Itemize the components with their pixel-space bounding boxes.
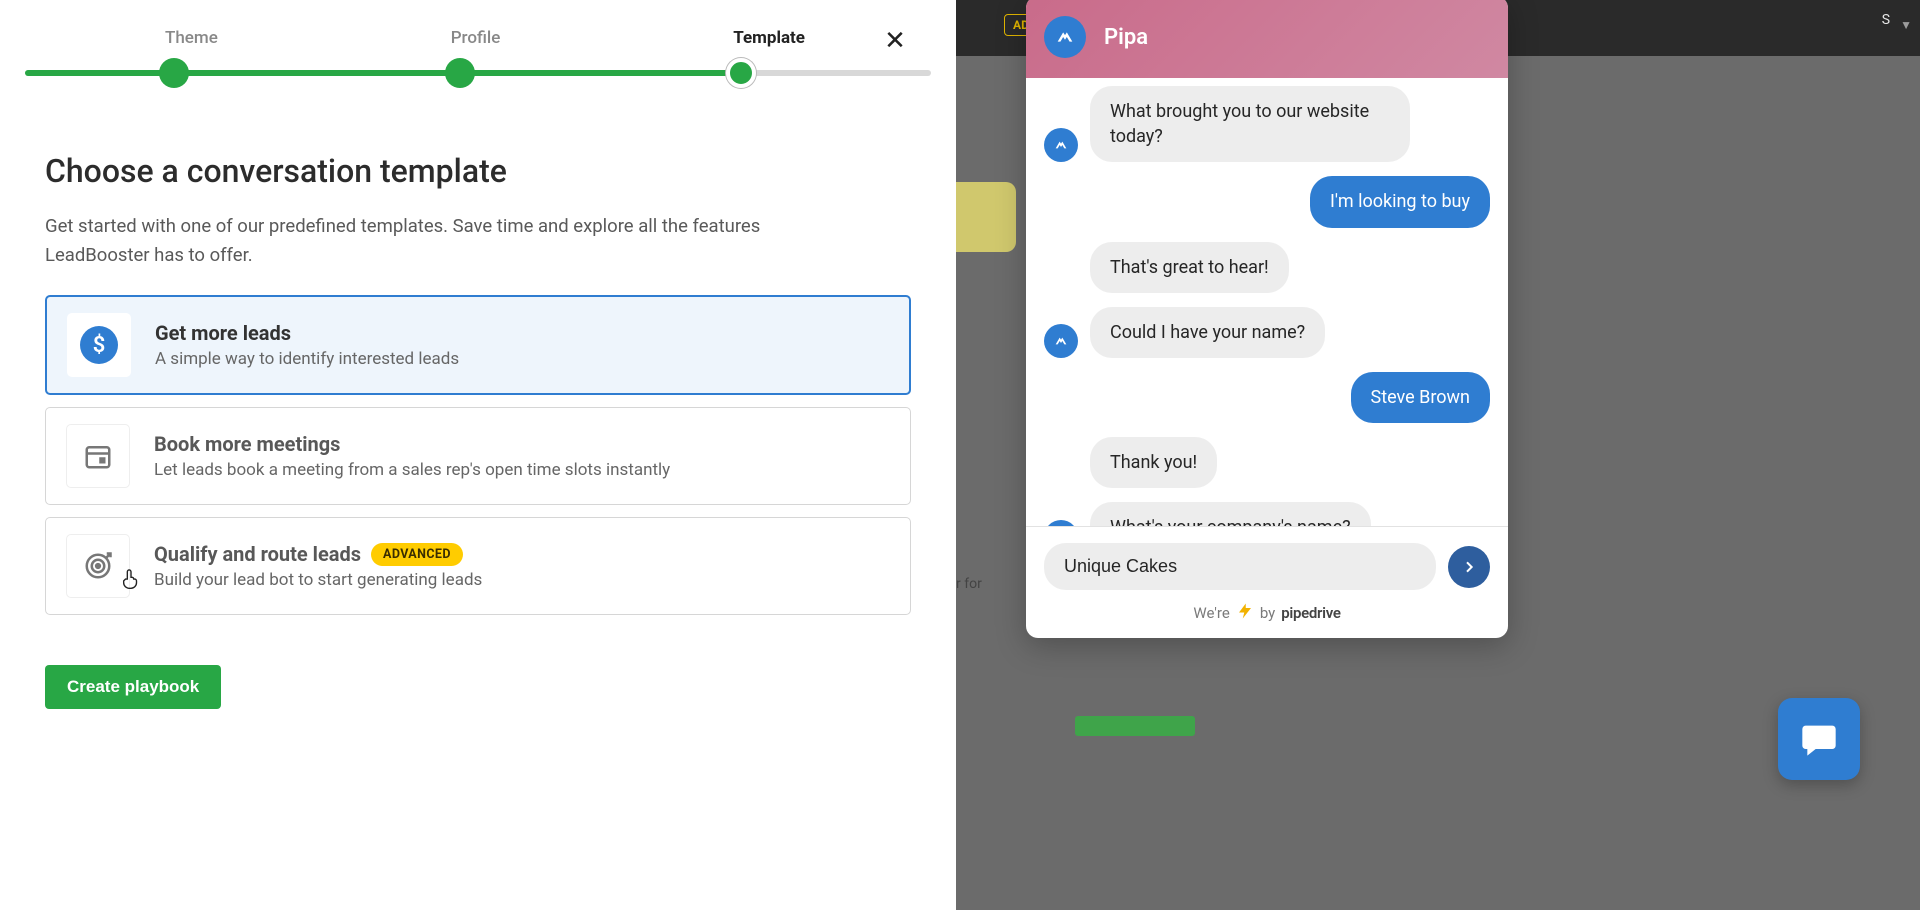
topbar-text-fragment: S <box>1882 12 1890 28</box>
chat-message-list: What brought you to our website today? I… <box>1026 78 1508 526</box>
chat-icon <box>1799 719 1839 759</box>
chat-header: Pipa <box>1026 0 1508 78</box>
stepper-dot-1 <box>159 58 189 88</box>
chat-bubble: Could I have your name? <box>1090 307 1325 358</box>
template-card-qualify-route-leads[interactable]: Qualify and route leads ADVANCED Build y… <box>45 517 911 615</box>
footer-prefix: We're <box>1193 604 1229 622</box>
stepper-step-profile[interactable]: Profile <box>451 28 501 48</box>
chat-bubble: What's your company's name? <box>1090 502 1371 526</box>
chat-bubble: I'm looking to buy <box>1310 176 1490 227</box>
template-list: $ Get more leads A simple way to identif… <box>45 295 911 615</box>
chat-bot-name: Pipa <box>1104 25 1148 50</box>
chat-footer: We're by pipedrive <box>1026 596 1508 638</box>
chatbot-preview-widget: Pipa What brought you to our website tod… <box>1026 0 1508 638</box>
template-title: Get more leads <box>155 321 291 345</box>
template-icon-wrap <box>66 424 130 488</box>
template-title: Qualify and route leads <box>154 542 361 566</box>
stepper-track <box>25 70 931 76</box>
pipedrive-brand: pipedrive <box>1281 604 1340 622</box>
template-desc: A simple way to identify interested lead… <box>155 349 459 369</box>
close-button[interactable]: ✕ <box>879 24 911 56</box>
template-icon-wrap: $ <box>67 313 131 377</box>
chat-bubble: That's great to hear! <box>1090 242 1289 293</box>
chat-message-user: I'm looking to buy <box>1044 176 1490 227</box>
bot-avatar-icon <box>1044 324 1078 358</box>
chat-message-bot: What's your company's name? <box>1044 502 1490 526</box>
footer-by: by <box>1260 604 1275 622</box>
template-card-book-more-meetings[interactable]: Book more meetings Let leads book a meet… <box>45 407 911 505</box>
chat-message-user: Steve Brown <box>1044 372 1490 423</box>
page-title: Choose a conversation template <box>45 152 911 190</box>
dollar-icon: $ <box>80 326 118 364</box>
background-card-fragment <box>956 182 1016 252</box>
template-card-get-more-leads[interactable]: $ Get more leads A simple way to identif… <box>45 295 911 395</box>
bolt-icon <box>1236 602 1254 624</box>
stepper-dot-2 <box>445 58 475 88</box>
chat-text-input[interactable] <box>1044 543 1436 590</box>
calendar-icon <box>79 437 117 475</box>
chat-input-area <box>1026 526 1508 596</box>
background-mini-card <box>1075 716 1195 736</box>
page-description: Get started with one of our predefined t… <box>45 212 775 269</box>
template-icon-wrap <box>66 534 130 598</box>
avatar-spacer <box>1044 259 1078 293</box>
template-desc: Build your lead bot to start generating … <box>154 570 482 590</box>
bot-avatar-icon <box>1044 16 1086 58</box>
stepper-step-template[interactable]: Template <box>733 28 805 48</box>
chat-bubble: Thank you! <box>1090 437 1217 488</box>
advanced-badge: ADVANCED <box>371 543 463 566</box>
background-text-fragment: r for <box>956 576 982 592</box>
chat-send-button[interactable] <box>1448 546 1490 588</box>
chat-message-bot: Could I have your name? <box>1044 307 1490 358</box>
template-setup-panel: Theme Profile Template ✕ Choose a conver… <box>0 0 956 910</box>
chevron-down-icon: ▼ <box>1900 18 1912 32</box>
chat-launcher-button[interactable] <box>1778 698 1860 780</box>
target-icon <box>79 547 117 585</box>
chat-message-bot: That's great to hear! <box>1044 242 1490 293</box>
chevron-right-icon <box>1461 559 1477 575</box>
chat-message-bot: What brought you to our website today? <box>1044 86 1490 162</box>
template-desc: Let leads book a meeting from a sales re… <box>154 460 670 480</box>
create-playbook-button[interactable]: Create playbook <box>45 665 221 709</box>
setup-stepper: Theme Profile Template ✕ <box>45 0 911 100</box>
bot-avatar-icon <box>1044 128 1078 162</box>
template-title: Book more meetings <box>154 432 340 456</box>
close-icon: ✕ <box>884 25 906 56</box>
stepper-dot-3-active <box>726 58 756 88</box>
stepper-step-theme[interactable]: Theme <box>165 28 218 48</box>
chat-message-bot: Thank you! <box>1044 437 1490 488</box>
chat-bubble: Steve Brown <box>1351 372 1491 423</box>
chat-bubble: What brought you to our website today? <box>1090 86 1410 162</box>
avatar-spacer <box>1044 454 1078 488</box>
stepper-fill <box>25 70 741 76</box>
